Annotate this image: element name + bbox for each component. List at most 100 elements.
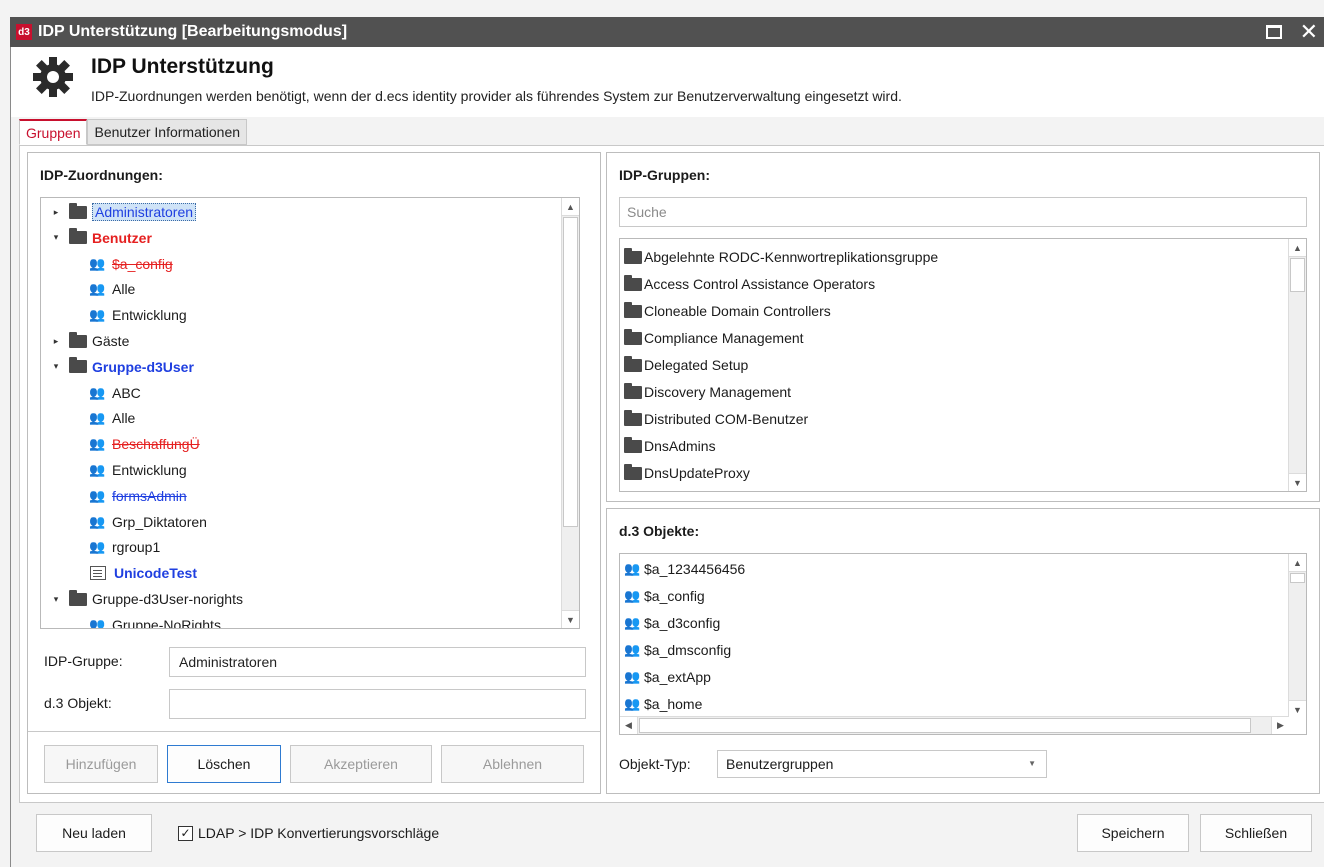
list-item[interactable]: Abgelehnte RODC-Kennwortreplikationsgrup… xyxy=(624,244,938,270)
scroll-down-icon[interactable]: ▼ xyxy=(1289,473,1306,491)
folder-icon xyxy=(624,247,642,264)
scroll-thumb[interactable] xyxy=(639,718,1251,733)
tree-row[interactable]: 👥 formsAdmin xyxy=(89,483,187,509)
list-item[interactable]: DnsAdmins xyxy=(624,433,716,459)
scroll-up-icon[interactable]: ▲ xyxy=(1289,239,1306,257)
idp-groups-search-input[interactable]: Suche xyxy=(619,197,1307,227)
d3-objects-list[interactable]: 👥 $a_1234456456 👥 $a_config 👥 $a_d3config 👥 $a_… xyxy=(619,553,1307,735)
list-item[interactable]: Distributed COM-Benutzer xyxy=(624,406,808,432)
gear-icon xyxy=(33,57,73,97)
list-item[interactable]: 👥 $a_d3config xyxy=(624,610,720,636)
folder-icon xyxy=(624,409,642,426)
tab-benutzer-informationen[interactable]: Benutzer Informationen xyxy=(87,119,248,145)
tree-row[interactable]: 👥 rgroup1 xyxy=(89,534,160,560)
reject-button[interactable]: Ablehnen xyxy=(441,745,584,783)
tree-row[interactable]: ▸ Administratoren xyxy=(49,199,197,225)
scroll-right-icon[interactable]: ▶ xyxy=(1271,717,1289,734)
object-type-select[interactable]: Benutzergruppen ▼ xyxy=(717,750,1047,778)
list-item-label: Delegated Setup xyxy=(644,357,749,373)
reload-button[interactable]: Neu laden xyxy=(36,814,152,852)
list-item[interactable]: 👥 $a_1234456456 xyxy=(624,556,745,582)
tree-row[interactable]: 👥 $a_config xyxy=(89,251,173,277)
scroll-thumb[interactable] xyxy=(1290,258,1305,292)
group-icon: 👥 xyxy=(624,642,640,657)
list-item[interactable]: DnsUpdateProxy xyxy=(624,460,750,486)
mappings-tree[interactable]: ▸ Administratoren ▾ Benutzer 👥 $a_config 👥 Alle… xyxy=(40,197,580,629)
tree-row-label: Alle xyxy=(112,281,136,298)
list-item-label: DnsUpdateProxy xyxy=(644,465,750,481)
list-item[interactable]: Compliance Management xyxy=(624,325,804,351)
idp-groups-title: IDP-Gruppen: xyxy=(619,167,710,183)
tree-row-label: Gäste xyxy=(92,333,130,349)
delete-button[interactable]: Löschen xyxy=(167,745,281,783)
tree-row[interactable]: 👥 Alle xyxy=(89,405,135,431)
tree-row-label: Administratoren xyxy=(92,203,197,221)
scroll-thumb[interactable] xyxy=(563,217,578,527)
group-icon: 👥 xyxy=(89,410,105,426)
list-item[interactable]: 👥 $a_dmsconfig xyxy=(624,637,731,663)
list-item[interactable]: Cloneable Domain Controllers xyxy=(624,298,831,324)
tree-row-label: Grp_Diktatoren xyxy=(112,513,207,530)
mappings-scrollbar[interactable]: ▲ ▼ xyxy=(561,198,579,628)
d3-object-field[interactable] xyxy=(169,689,586,719)
close-icon[interactable]: ✕ xyxy=(1300,19,1318,45)
group-icon: 👥 xyxy=(624,561,640,576)
tree-row[interactable]: 👥 ABC xyxy=(89,380,141,406)
ldap-conversion-checkbox[interactable]: ✓ xyxy=(178,826,193,841)
list-item[interactable]: 👥 $a_config xyxy=(624,583,705,609)
tree-row-label: UnicodeTest xyxy=(114,565,197,582)
tree-row[interactable]: ▾ Gruppe-d3User-norights xyxy=(49,586,243,612)
idp-groups-list[interactable]: Abgelehnte RODC-Kennwortreplikationsgrup… xyxy=(619,238,1307,492)
d3-objects-vscrollbar[interactable]: ▲ ▼ xyxy=(1288,554,1306,718)
tree-row[interactable]: 👥 Gruppe-NoRights xyxy=(89,612,221,628)
ldap-conversion-label[interactable]: LDAP > IDP Konvertierungsvorschläge xyxy=(198,825,439,841)
mappings-button-separator xyxy=(28,731,600,732)
scroll-down-icon[interactable]: ▼ xyxy=(1289,700,1306,718)
tree-row[interactable]: 👥 Grp_Diktatoren xyxy=(89,509,207,535)
tree-row[interactable]: ▸ Gäste xyxy=(49,328,129,354)
folder-icon xyxy=(69,331,87,348)
tree-row[interactable]: 👥 Entwicklung xyxy=(89,302,187,328)
list-item[interactable]: 👥 $a_extApp xyxy=(624,664,711,690)
scroll-thumb[interactable] xyxy=(1290,573,1305,583)
list-item[interactable]: Delegated Setup xyxy=(624,352,748,378)
save-button[interactable]: Speichern xyxy=(1077,814,1189,852)
list-item[interactable]: 👥 $a_home xyxy=(624,691,702,717)
expand-right-icon[interactable]: ▸ xyxy=(49,336,63,347)
idp-groups-scrollbar[interactable]: ▲ ▼ xyxy=(1288,239,1306,491)
tree-row[interactable]: 👥 Entwicklung xyxy=(89,457,187,483)
tree-row-label: Gruppe-d3User xyxy=(92,358,194,375)
maximize-icon[interactable] xyxy=(1266,25,1282,39)
scroll-down-icon[interactable]: ▼ xyxy=(562,610,579,628)
d3-object-label: d.3 Objekt: xyxy=(44,695,112,711)
expand-down-icon[interactable]: ▾ xyxy=(49,594,63,605)
idp-group-field[interactable]: Administratoren xyxy=(169,647,586,677)
group-icon: 👥 xyxy=(89,384,105,400)
list-item-label: $a_1234456456 xyxy=(644,561,746,577)
list-item[interactable]: Access Control Assistance Operators xyxy=(624,271,875,297)
idp-groups-panel: IDP-Gruppen: Suche Abgelehnte RODC-Kennw… xyxy=(606,152,1320,502)
expand-down-icon[interactable]: ▾ xyxy=(49,232,63,243)
scroll-up-icon[interactable]: ▲ xyxy=(562,198,579,216)
tab-gruppen[interactable]: Gruppen xyxy=(19,119,88,145)
accept-button[interactable]: Akzeptieren xyxy=(290,745,432,783)
group-icon: 👥 xyxy=(624,615,640,630)
list-item-label: Distributed COM-Benutzer xyxy=(644,411,809,427)
list-item-label: $a_extApp xyxy=(644,669,711,685)
add-button[interactable]: Hinzufügen xyxy=(44,745,158,783)
scroll-left-icon[interactable]: ◀ xyxy=(620,717,638,734)
tree-row[interactable]: UnicodeTest xyxy=(89,560,197,586)
scroll-up-icon[interactable]: ▲ xyxy=(1289,554,1306,572)
d3-objects-panel: d.3 Objekte: 👥 $a_1234456456 👥 $a_config 👥 $a… xyxy=(606,508,1320,794)
tree-row[interactable]: ▾ Benutzer xyxy=(49,225,152,251)
tree-row[interactable]: 👥 BeschaffungÜ xyxy=(89,431,200,457)
list-item[interactable]: Discovery Management xyxy=(624,379,791,405)
expand-right-icon[interactable]: ▸ xyxy=(49,207,63,218)
window-title: IDP Unterstützung [Bearbeitungsmodus] xyxy=(38,23,348,40)
close-button[interactable]: Schließen xyxy=(1200,814,1312,852)
mappings-title: IDP-Zuordnungen: xyxy=(40,167,163,183)
d3-objects-hscrollbar[interactable]: ◀ ▶ xyxy=(620,716,1289,734)
expand-down-icon[interactable]: ▾ xyxy=(49,361,63,372)
tree-row[interactable]: ▾ Gruppe-d3User xyxy=(49,354,194,380)
tree-row[interactable]: 👥 Alle xyxy=(89,276,135,302)
